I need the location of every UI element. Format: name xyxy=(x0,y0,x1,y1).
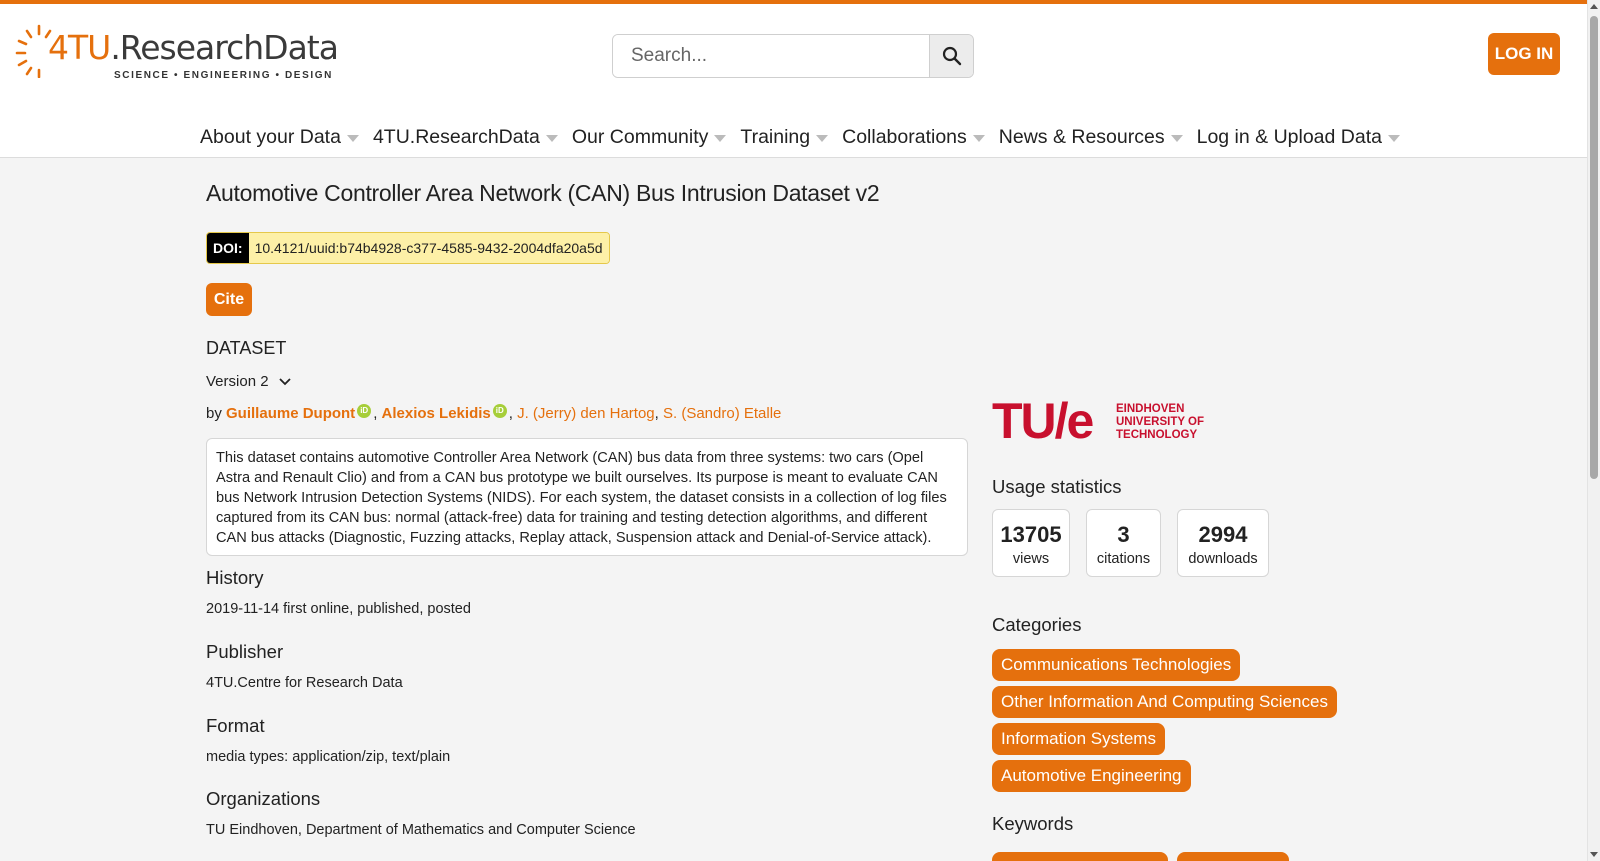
tue-line: UNIVERSITY OF xyxy=(1116,416,1204,428)
doi-label: DOI: xyxy=(207,233,249,263)
chevron-down-icon xyxy=(278,377,291,385)
tue-logo-mark: TU/e xyxy=(992,393,1094,449)
history-heading: History xyxy=(206,567,264,588)
search-box xyxy=(612,34,974,78)
institution-logo[interactable]: TU/e EINDHOVEN UNIVERSITY OF TECHNOLOGY xyxy=(992,393,1222,450)
author-link[interactable]: Alexios Lekidis xyxy=(382,405,491,422)
nav-item-news-resources[interactable]: News & Resources xyxy=(999,122,1183,152)
author-list: by Guillaume Dupont iD, Alexios Lekidis iD… xyxy=(206,404,782,422)
nav-item-about-your-data[interactable]: About your Data xyxy=(200,122,359,152)
nav-label: 4TU.ResearchData xyxy=(372,125,540,148)
site-logo[interactable]: 4TU.ResearchData SCIENCE • ENGINEERING •… xyxy=(14,20,339,84)
category-tag[interactable]: Communications Technologies xyxy=(992,649,1241,681)
caret-down-icon xyxy=(972,135,985,142)
doi-value[interactable]: 10.4121/uuid:b74b4928-c377-4585-9432-200… xyxy=(248,233,609,263)
publisher-heading: Publisher xyxy=(206,641,284,662)
organizations-heading: Organizations xyxy=(206,788,321,809)
caret-down-icon xyxy=(714,135,727,142)
nav-item-collaborations[interactable]: Collaborations xyxy=(842,122,985,152)
author-link[interactable]: J. (Jerry) den Hartog xyxy=(517,405,655,422)
scrollbar-thumb[interactable] xyxy=(1590,16,1598,479)
caret-down-icon xyxy=(816,135,829,142)
stat-views: 13705 views xyxy=(992,509,1070,577)
nav-item-our-community[interactable]: Our Community xyxy=(572,122,727,152)
stat-value: 3 xyxy=(1117,522,1130,547)
tue-logo-text: EINDHOVEN UNIVERSITY OF TECHNOLOGY xyxy=(1116,403,1204,442)
author-link[interactable]: S. (Sandro) Etalle xyxy=(663,405,781,422)
stat-label: views xyxy=(1012,551,1050,567)
stat-value: 2994 xyxy=(1198,522,1248,547)
item-type: DATASET xyxy=(206,338,287,358)
brand-name-researchdata: .ResearchData xyxy=(110,28,339,67)
version-selector[interactable]: Version 2 xyxy=(206,373,291,390)
organizations-value: TU Eindhoven, Department of Mathematics … xyxy=(206,822,636,838)
stat-label: citations xyxy=(1096,551,1151,567)
brand-name-4tu: 4TU xyxy=(48,28,111,67)
author-link[interactable]: Guillaume Dupont xyxy=(226,405,355,422)
by-label: by xyxy=(206,405,222,422)
category-tag[interactable]: Automotive Engineering xyxy=(992,760,1191,792)
caret-down-icon xyxy=(1387,135,1400,142)
nav-label: About your Data xyxy=(200,125,341,148)
nav-label: Log in & Upload Data xyxy=(1196,125,1382,148)
dataset-description: This dataset contains automotive Control… xyxy=(206,438,968,556)
caret-down-icon xyxy=(545,135,558,142)
stat-label: downloads xyxy=(1188,551,1258,567)
orcid-icon[interactable]: iD xyxy=(492,404,507,418)
category-tag[interactable]: Other Information And Computing Sciences xyxy=(992,686,1337,718)
keyword-tag[interactable] xyxy=(992,852,1168,861)
format-value: media types: application/zip, text/plain xyxy=(206,749,451,765)
history-value: 2019-11-14 first online, published, post… xyxy=(206,601,471,617)
site-header: 4TU.ResearchData SCIENCE • ENGINEERING •… xyxy=(0,0,1600,158)
caret-down-icon xyxy=(1170,135,1183,142)
cite-button[interactable]: Cite xyxy=(206,283,252,316)
doi-badge[interactable]: DOI: 10.4121/uuid:b74b4928-c377-4585-943… xyxy=(206,232,610,264)
nav-item-4tu-researchdata[interactable]: 4TU.ResearchData xyxy=(373,122,558,152)
brand-tagline: SCIENCE • ENGINEERING • DESIGN xyxy=(114,70,333,81)
page-scrollbar[interactable] xyxy=(1587,0,1600,861)
version-label: Version 2 xyxy=(206,373,269,390)
categories-heading: Categories xyxy=(992,614,1082,635)
search-icon xyxy=(942,46,961,66)
page-title: Automotive Controller Area Network (CAN)… xyxy=(206,180,880,206)
stat-downloads: 2994 downloads xyxy=(1177,509,1269,577)
nav-label: Training xyxy=(740,125,811,148)
nav-label: Our Community xyxy=(571,125,709,148)
brand-name: 4TU.ResearchData xyxy=(48,28,339,67)
scroll-up-icon[interactable] xyxy=(1590,4,1598,9)
orcid-icon[interactable]: iD xyxy=(357,404,372,418)
scroll-down-icon[interactable] xyxy=(1590,852,1598,857)
login-button[interactable]: LOG IN xyxy=(1488,33,1560,75)
search-input[interactable] xyxy=(613,35,931,77)
tue-line: EINDHOVEN xyxy=(1116,403,1185,415)
nav-label: News & Resources xyxy=(998,125,1165,148)
keyword-tag[interactable] xyxy=(1177,852,1289,861)
tue-line: TECHNOLOGY xyxy=(1116,429,1198,441)
stat-value: 13705 xyxy=(1000,522,1062,547)
category-tag[interactable]: Information Systems xyxy=(992,723,1165,755)
nav-label: Collaborations xyxy=(842,125,967,148)
main-nav: About your Data 4TU.ResearchData Our Com… xyxy=(0,122,1600,152)
usage-heading: Usage statistics xyxy=(992,476,1122,497)
nav-item-login-upload[interactable]: Log in & Upload Data xyxy=(1197,122,1400,152)
search-button[interactable] xyxy=(929,35,973,77)
publisher-value: 4TU.Centre for Research Data xyxy=(206,675,403,691)
nav-item-training[interactable]: Training xyxy=(740,122,829,152)
keywords-heading: Keywords xyxy=(992,813,1074,834)
stat-citations: 3 citations xyxy=(1086,509,1161,577)
caret-down-icon xyxy=(346,135,359,142)
format-heading: Format xyxy=(206,715,265,736)
